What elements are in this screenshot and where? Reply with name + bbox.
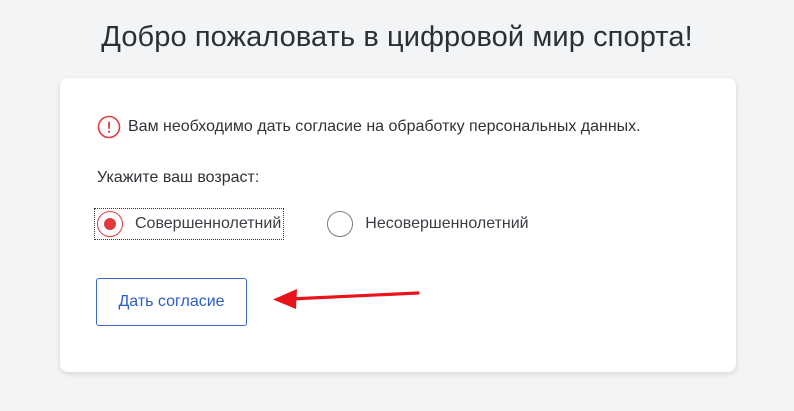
age-radio-group: Совершеннолетний Несовершеннолетний (93, 208, 529, 240)
radio-dot (104, 218, 116, 230)
consent-notice: Вам необходимо дать согласие на обработк… (97, 115, 641, 139)
age-label: Укажите ваш возраст: (97, 169, 260, 186)
radio-adult-label[interactable]: Совершеннолетний (135, 215, 281, 233)
consent-card: Вам необходимо дать согласие на обработк… (60, 78, 736, 372)
radio-button-selected[interactable] (97, 211, 123, 237)
radio-minor[interactable]: Несовершеннолетний (327, 211, 529, 237)
red-arrow-annotation (273, 289, 420, 309)
page-title: Добро пожаловать в цифровой мир спорта! (101, 21, 693, 53)
radio-minor-label[interactable]: Несовершеннолетний (365, 215, 528, 233)
notice-text: Вам необходимо дать согласие на обработк… (128, 118, 641, 135)
radio-button-unselected[interactable] (327, 211, 354, 237)
radio-adult[interactable]: Совершеннолетний (93, 208, 285, 240)
alert-circle-icon (97, 115, 121, 139)
give-consent-button[interactable]: Дать согласие (96, 278, 247, 326)
